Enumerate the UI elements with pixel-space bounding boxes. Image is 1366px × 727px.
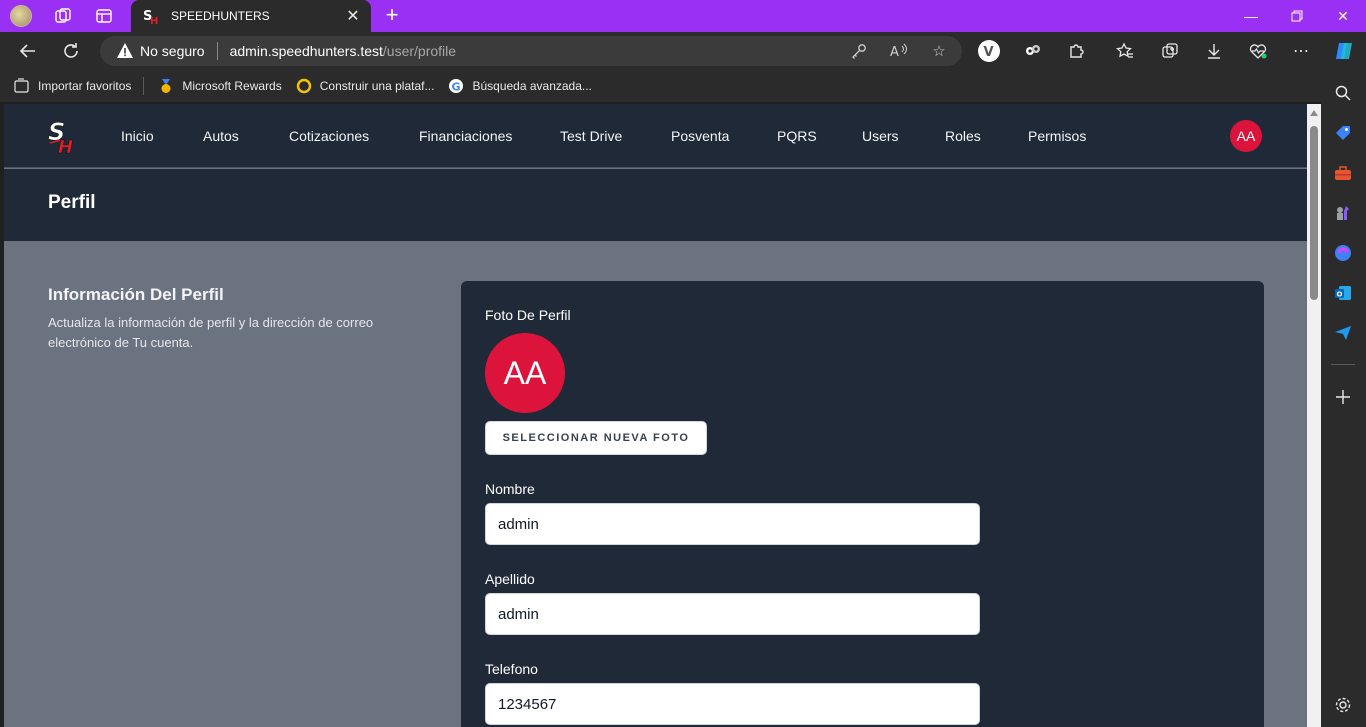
- profile-form-card: Foto De Perfil AA SELECCIONAR NUEVA FOTO…: [461, 281, 1264, 727]
- nav-link-pqrs[interactable]: PQRS: [777, 104, 817, 168]
- extensions-puzzle-icon[interactable]: [1064, 38, 1090, 64]
- edge-sidebar: O: [1321, 70, 1366, 727]
- tab-actions-icon[interactable]: [93, 5, 115, 27]
- dots-extension-icon[interactable]: [1020, 38, 1046, 64]
- section-title: Información Del Perfil: [48, 285, 224, 304]
- nav-link-test-drive[interactable]: Test Drive: [560, 104, 622, 168]
- page-scrollbar[interactable]: [1307, 104, 1321, 727]
- profile-avatar-icon[interactable]: [10, 5, 32, 27]
- address-separator: [216, 42, 218, 60]
- back-icon[interactable]: [15, 38, 41, 64]
- favorite-import[interactable]: Importar favoritos: [14, 78, 131, 94]
- telefono-input[interactable]: 1234567: [485, 683, 980, 725]
- page-title: Perfil: [48, 192, 96, 213]
- favorites-bar: Importar favoritos Microsoft Rewards Con…: [0, 70, 1366, 102]
- favorite-label: Microsoft Rewards: [182, 79, 282, 93]
- favorite-star-icon[interactable]: ☆: [928, 40, 950, 62]
- svg-text:A: A: [890, 45, 899, 59]
- ring-icon: [296, 78, 312, 94]
- profile-photo: AA: [485, 333, 565, 413]
- user-avatar[interactable]: AA: [1230, 120, 1262, 152]
- nav-link-roles[interactable]: Roles: [945, 104, 981, 168]
- settings-gear-icon[interactable]: [1332, 694, 1354, 716]
- browser-toolbar: No seguro admin.speedhunters.test/user/p…: [0, 32, 1366, 70]
- read-aloud-icon[interactable]: A: [888, 40, 910, 62]
- favorite-construir[interactable]: Construir una plataf...: [296, 78, 435, 94]
- google-icon: G: [448, 78, 464, 94]
- address-bar[interactable]: No seguro admin.speedhunters.test/user/p…: [100, 36, 962, 66]
- apellido-label: Apellido: [485, 571, 535, 587]
- tab-bar: SH SPEEDHUNTERS ✕ + — ✕: [0, 0, 1366, 32]
- copilot-icon[interactable]: [1331, 38, 1357, 64]
- games-chess-icon[interactable]: [1332, 202, 1354, 224]
- telefono-label: Telefono: [485, 661, 538, 677]
- security-label[interactable]: No seguro: [140, 43, 205, 59]
- url-path[interactable]: /user/profile: [383, 43, 456, 59]
- copilot-sidebar-icon[interactable]: [1332, 242, 1354, 264]
- nombre-input[interactable]: admin: [485, 503, 980, 545]
- page-header: Perfil: [4, 169, 1307, 241]
- svg-text:V: V: [984, 45, 994, 60]
- svg-text:H: H: [58, 137, 73, 156]
- add-icon[interactable]: [1332, 386, 1354, 408]
- refresh-icon[interactable]: [58, 38, 84, 64]
- page-viewport: S H Inicio Autos Cotizaciones Financiaci…: [4, 104, 1307, 727]
- close-tab-icon[interactable]: ✕: [345, 6, 361, 26]
- speedhunters-logo[interactable]: S H: [46, 116, 80, 159]
- svg-text:O: O: [1337, 291, 1343, 299]
- new-tab-button[interactable]: +: [380, 4, 404, 28]
- workspaces-icon[interactable]: [52, 5, 74, 27]
- shopping-tag-icon[interactable]: [1332, 122, 1354, 144]
- outlook-icon[interactable]: O: [1332, 282, 1354, 304]
- nav-link-financiaciones[interactable]: Financiaciones: [419, 104, 512, 168]
- minimize-icon[interactable]: —: [1228, 0, 1274, 32]
- nav-link-permisos[interactable]: Permisos: [1028, 104, 1086, 168]
- favorite-rewards[interactable]: Microsoft Rewards: [158, 78, 282, 94]
- warning-icon[interactable]: [116, 42, 134, 60]
- collections-icon[interactable]: [1157, 38, 1183, 64]
- nav-link-posventa[interactable]: Posventa: [671, 104, 729, 168]
- top-navigation: S H Inicio Autos Cotizaciones Financiaci…: [4, 104, 1307, 168]
- speedhunters-favicon: SH: [143, 7, 161, 27]
- rewards-medal-icon: [158, 78, 174, 94]
- scroll-thumb[interactable]: [1310, 126, 1318, 300]
- tab-title: SPEEDHUNTERS: [171, 9, 270, 23]
- toolbox-icon[interactable]: [1332, 162, 1354, 184]
- sidebar-separator: [1331, 364, 1355, 365]
- section-description: Actualiza la información de perfil y la …: [48, 315, 374, 350]
- nombre-label: Nombre: [485, 481, 535, 497]
- favorites-separator: [143, 77, 145, 95]
- svg-text:H: H: [150, 16, 158, 25]
- key-icon[interactable]: [848, 40, 870, 62]
- close-window-icon[interactable]: ✕: [1320, 0, 1366, 32]
- favorite-label: Importar favoritos: [38, 79, 132, 93]
- favorites-icon[interactable]: [1112, 38, 1138, 64]
- select-new-photo-button[interactable]: SELECCIONAR NUEVA FOTO: [485, 421, 707, 455]
- import-icon: [14, 78, 30, 94]
- more-menu-icon[interactable]: ⋯: [1288, 38, 1314, 64]
- nav-link-inicio[interactable]: Inicio: [121, 104, 154, 168]
- svg-text:G: G: [452, 81, 461, 94]
- send-icon[interactable]: [1332, 322, 1354, 344]
- active-tab[interactable]: SH SPEEDHUNTERS ✕: [131, 0, 371, 32]
- photo-label: Foto De Perfil: [485, 307, 571, 323]
- favorite-label: Construir una plataf...: [319, 79, 435, 93]
- address-actions: A ☆: [848, 40, 950, 62]
- favorite-label: Búsqueda avanzada...: [472, 79, 592, 93]
- v-extension-icon[interactable]: V: [976, 38, 1002, 64]
- search-icon[interactable]: [1332, 82, 1354, 104]
- nav-link-cotizaciones[interactable]: Cotizaciones: [289, 104, 369, 168]
- nav-link-users[interactable]: Users: [862, 104, 899, 168]
- apellido-input[interactable]: admin: [485, 593, 980, 635]
- downloads-icon[interactable]: [1201, 38, 1227, 64]
- favorite-busqueda[interactable]: G Búsqueda avanzada...: [448, 78, 592, 94]
- browser-essentials-icon[interactable]: [1245, 38, 1271, 64]
- nav-link-autos[interactable]: Autos: [203, 104, 239, 168]
- scroll-up-icon[interactable]: [1310, 110, 1318, 116]
- restore-icon[interactable]: [1274, 0, 1320, 32]
- url-host[interactable]: admin.speedhunters.test: [230, 43, 383, 59]
